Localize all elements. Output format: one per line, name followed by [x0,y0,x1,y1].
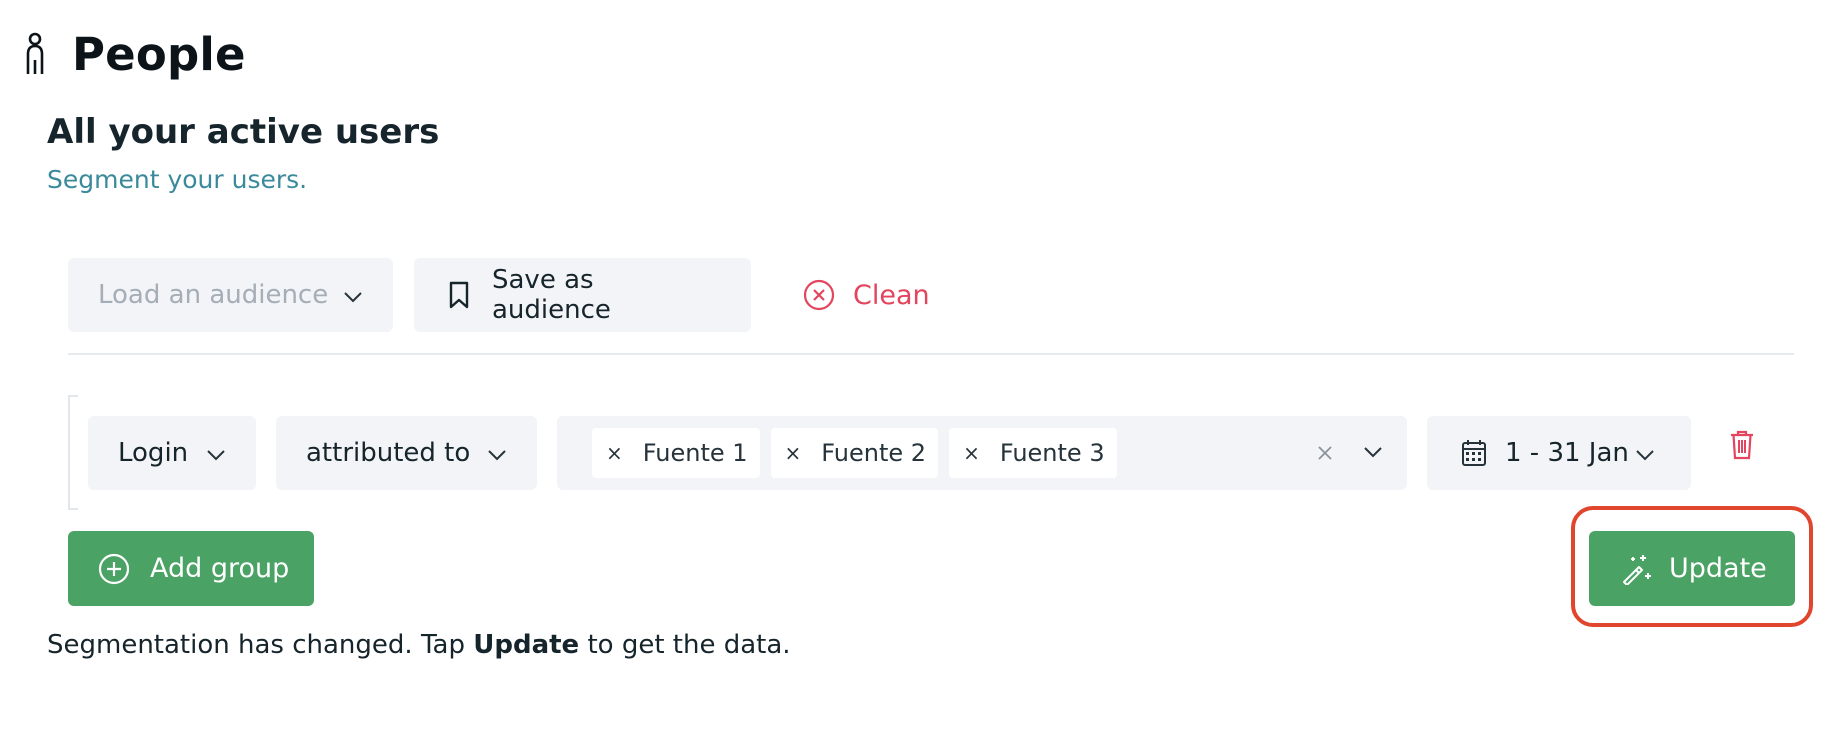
source-chip-label: Fuente 3 [999,438,1105,467]
selected-sources: × Fuente 1 × Fuente 2 × Fuente 3 [592,427,1128,478]
x-circle-icon [803,279,835,311]
status-suffix: to get the data. [579,630,791,660]
filter-row: Login attributed to × Fuente 1 × Fuente … [88,415,1691,490]
event-select[interactable]: Login [88,415,256,490]
date-range-value: 1 - 31 Jan [1505,437,1629,468]
chevron-down-icon [1635,438,1655,468]
source-chip-label: Fuente 1 [642,438,748,467]
person-icon [24,30,52,78]
update-label: Update [1669,553,1767,584]
page-header: People [24,24,246,84]
status-message: Segmentation has changed. Tap Update to … [47,630,791,660]
sources-controls [1317,443,1383,462]
relation-select[interactable]: attributed to [276,415,537,490]
clean-button[interactable]: Clean [803,279,930,311]
clear-icon[interactable] [1317,445,1333,461]
save-audience-button[interactable]: Save as audience [414,258,751,332]
audience-toolbar: Load an audience Save as audience Clean [68,258,930,332]
update-button[interactable]: Update [1589,531,1795,606]
bookmark-icon [448,281,470,309]
divider [68,353,1794,355]
add-group-label: Add group [150,553,290,584]
chevron-down-icon [487,438,507,468]
chevron-down-icon[interactable] [1363,443,1383,462]
status-emphasis: Update [473,630,580,660]
calendar-icon [1461,439,1487,467]
clean-label: Clean [853,279,930,311]
date-range-select[interactable]: 1 - 31 Jan [1427,415,1691,490]
delete-filter-button[interactable] [1730,430,1754,464]
magic-wand-icon [1621,553,1653,585]
event-value: Login [118,437,189,468]
chip-remove-icon[interactable]: × [785,441,802,465]
chevron-down-icon [206,438,226,468]
add-group-button[interactable]: Add group [68,531,314,606]
source-chip: × Fuente 2 [770,427,939,478]
relation-value: attributed to [306,437,471,468]
source-chip-label: Fuente 2 [821,438,927,467]
plus-circle-icon [98,553,130,585]
group-bracket [68,395,78,510]
source-chip: × Fuente 1 [592,427,760,478]
section-subtitle: Segment your users. [47,165,308,194]
page-title: People [72,27,246,81]
load-audience-placeholder: Load an audience [98,280,329,310]
status-prefix: Segmentation has changed. Tap [47,630,474,660]
sources-multiselect[interactable]: × Fuente 1 × Fuente 2 × Fuente 3 [557,415,1407,490]
chevron-down-icon [343,280,363,310]
chip-remove-icon[interactable]: × [606,441,623,465]
save-audience-label: Save as audience [492,265,611,325]
section-title: All your active users [47,112,440,152]
source-chip: × Fuente 3 [949,427,1117,478]
chip-remove-icon[interactable]: × [963,441,980,465]
trash-icon [1730,430,1754,464]
load-audience-select[interactable]: Load an audience [68,258,393,332]
